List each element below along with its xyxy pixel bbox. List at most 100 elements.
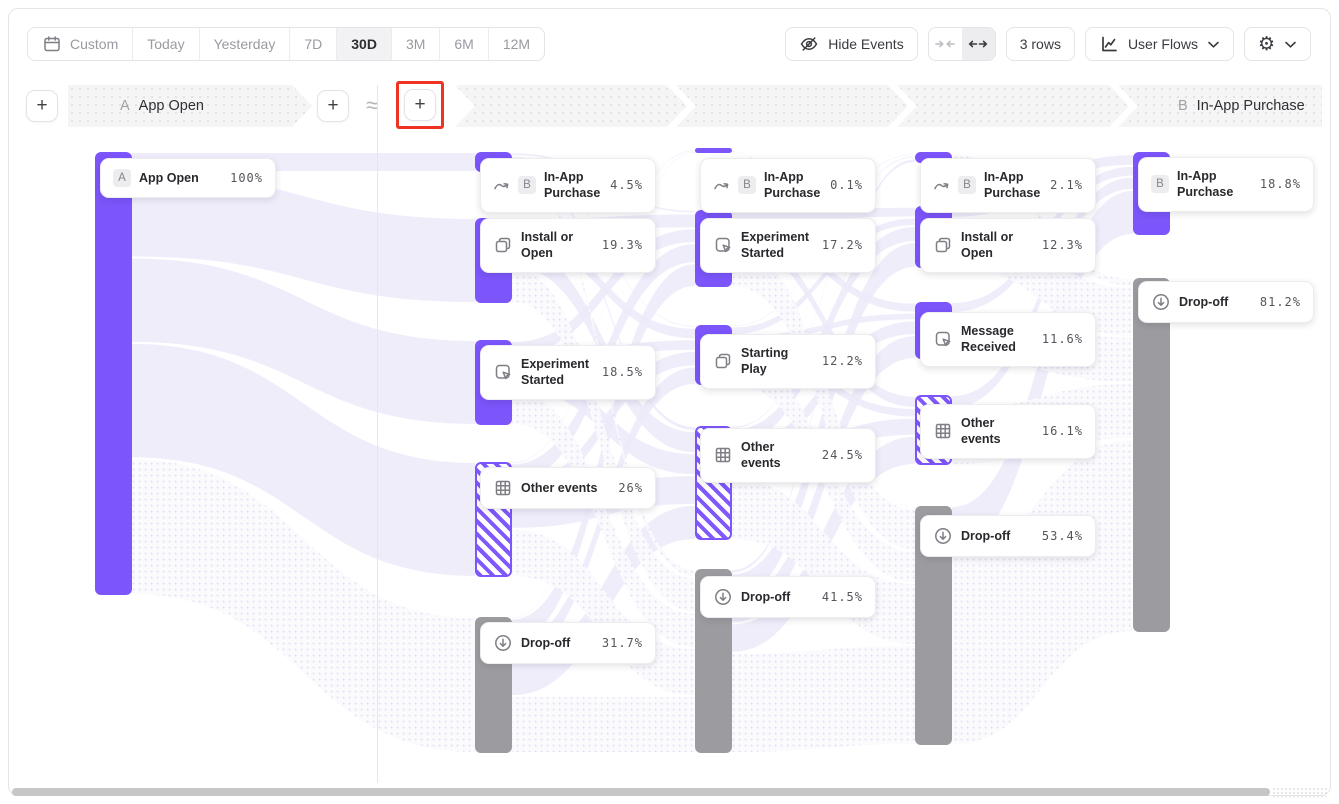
node-label: Other events [961,415,1034,448]
node-value: 18.5% [602,365,643,379]
drop-off-bar[interactable] [1133,278,1170,632]
step-a-badge: A [120,98,130,114]
line-chart-icon [1099,34,1119,54]
date-range-custom[interactable]: Custom [28,28,133,60]
gear-icon: ⚙ [1258,35,1275,54]
view-selector[interactable]: User Flows [1085,27,1234,61]
eye-off-icon [799,34,819,54]
hide-events-label: Hide Events [828,36,903,52]
squares-icon [493,235,513,255]
drop-off-card[interactable]: Drop-off81.2% [1138,281,1314,323]
arrows-outward-icon [967,36,989,52]
date-range-7d[interactable]: 7D [290,28,337,60]
node-value: 17.2% [822,238,863,252]
starting-play-card[interactable]: Starting Play12.2% [700,334,876,389]
other-events-card[interactable]: Other events 24.5% [700,428,876,483]
other-events-card[interactable]: Other events16.1% [920,404,1096,459]
horizontal-scrollbar-thumb[interactable] [12,788,1270,796]
message-received-card[interactable]: Message Received11.6% [920,312,1096,367]
node-label: Install or Open [961,229,1034,262]
date-range-label: 30D [351,36,377,52]
date-range-group: Custom Today Yesterday 7D 30D 3M 6M 12M [27,27,545,61]
add-step-button-highlighted[interactable]: + [404,89,436,121]
node-label: In-App Purchase [544,169,602,202]
step-b-badge: B [1178,98,1188,114]
hide-events-button[interactable]: Hide Events [785,27,917,61]
expand-columns-button[interactable] [962,28,995,60]
drop-icon [713,587,733,607]
other-events-card[interactable]: Other events26% [480,467,656,509]
funnel-step-badge: A [113,169,131,187]
drop-icon [933,526,953,546]
step-header-empty-2 [676,85,908,127]
horizontal-scrollbar-track [1272,787,1327,797]
in-app-purchase-card[interactable]: BIn-App Purchase18.8% [1138,157,1314,212]
spacing-toggle [928,27,996,61]
step-a-header[interactable]: A App Open [68,85,312,127]
view-label: User Flows [1128,36,1198,52]
funnel-step-badge: B [958,176,976,194]
chevron-down-icon [1207,40,1220,49]
date-range-label: 12M [503,36,530,52]
in-app-purchase-bar[interactable] [695,148,732,153]
date-range-label: Today [147,36,184,52]
node-label: In-App Purchase [984,169,1042,202]
date-range-30d[interactable]: 30D [337,28,392,60]
node-value: 12.3% [1042,238,1083,252]
in-app-purchase-card[interactable]: BIn-App Purchase0.1% [700,158,876,213]
date-range-label: Yesterday [214,36,276,52]
node-value: 24.5% [822,448,863,462]
date-range-12m[interactable]: 12M [489,28,544,60]
drop-off-card[interactable]: Drop-off31.7% [480,622,656,664]
drop-off-card[interactable]: Drop-off41.5% [700,576,876,618]
grid-icon [493,478,513,498]
trend-icon [493,177,510,194]
node-value: 100% [230,171,263,185]
in-app-purchase-card[interactable]: B In-App Purchase 2.1% [920,158,1096,213]
date-range-label: 7D [304,36,322,52]
date-range-label: 3M [406,36,425,52]
rows-label: 3 rows [1020,36,1061,52]
app-open-card[interactable]: AApp Open100% [100,158,276,198]
date-range-yesterday[interactable]: Yesterday [200,28,291,60]
plus-icon: + [36,95,47,117]
squares-icon [933,235,953,255]
collapse-columns-button[interactable] [929,28,962,60]
in-app-purchase-card[interactable]: BIn-App Purchase4.5% [480,158,656,213]
plus-icon: + [414,94,425,116]
click-icon [713,235,733,255]
node-label: Install or Open [521,229,594,262]
node-value: 2.1% [1050,178,1083,192]
node-label: Drop-off [961,528,1010,544]
add-step-button-after-a[interactable]: + [317,90,349,122]
install-or-open-card[interactable]: Install or Open 12.3% [920,218,1096,273]
step-b-header[interactable]: B In-App Purchase [1118,85,1322,127]
node-label: Other events [741,439,814,472]
grid-icon [713,445,733,465]
arrows-inward-icon [934,36,956,52]
app-open-bar[interactable] [95,152,132,595]
rows-button[interactable]: 3 rows [1006,27,1075,61]
node-value: 19.3% [602,238,643,252]
funnel-step-badge: B [738,176,756,194]
settings-menu-button[interactable]: ⚙ [1244,27,1311,61]
grid-icon [933,421,953,441]
node-label: Experiment Started [741,229,814,262]
date-range-3m[interactable]: 3M [392,28,440,60]
step-header-empty-3 [897,85,1129,127]
date-range-6m[interactable]: 6M [440,28,488,60]
install-or-open-card[interactable]: Install or Open 19.3% [480,218,656,273]
experiment-started-card[interactable]: Experiment Started18.5% [480,345,656,400]
node-value: 18.8% [1260,177,1301,191]
drop-off-card[interactable]: Drop-off53.4% [920,515,1096,557]
node-value: 26% [618,481,643,495]
date-range-today[interactable]: Today [133,28,199,60]
node-value: 11.6% [1042,332,1083,346]
add-step-button-start[interactable]: + [26,90,58,122]
experiment-started-card[interactable]: Experiment Started 17.2% [700,218,876,273]
date-range-label: Custom [70,36,118,52]
column-divider [377,85,378,783]
funnel-step-badge: B [1151,175,1169,193]
step-b-label: In-App Purchase [1197,98,1305,114]
node-value: 0.1% [830,178,863,192]
